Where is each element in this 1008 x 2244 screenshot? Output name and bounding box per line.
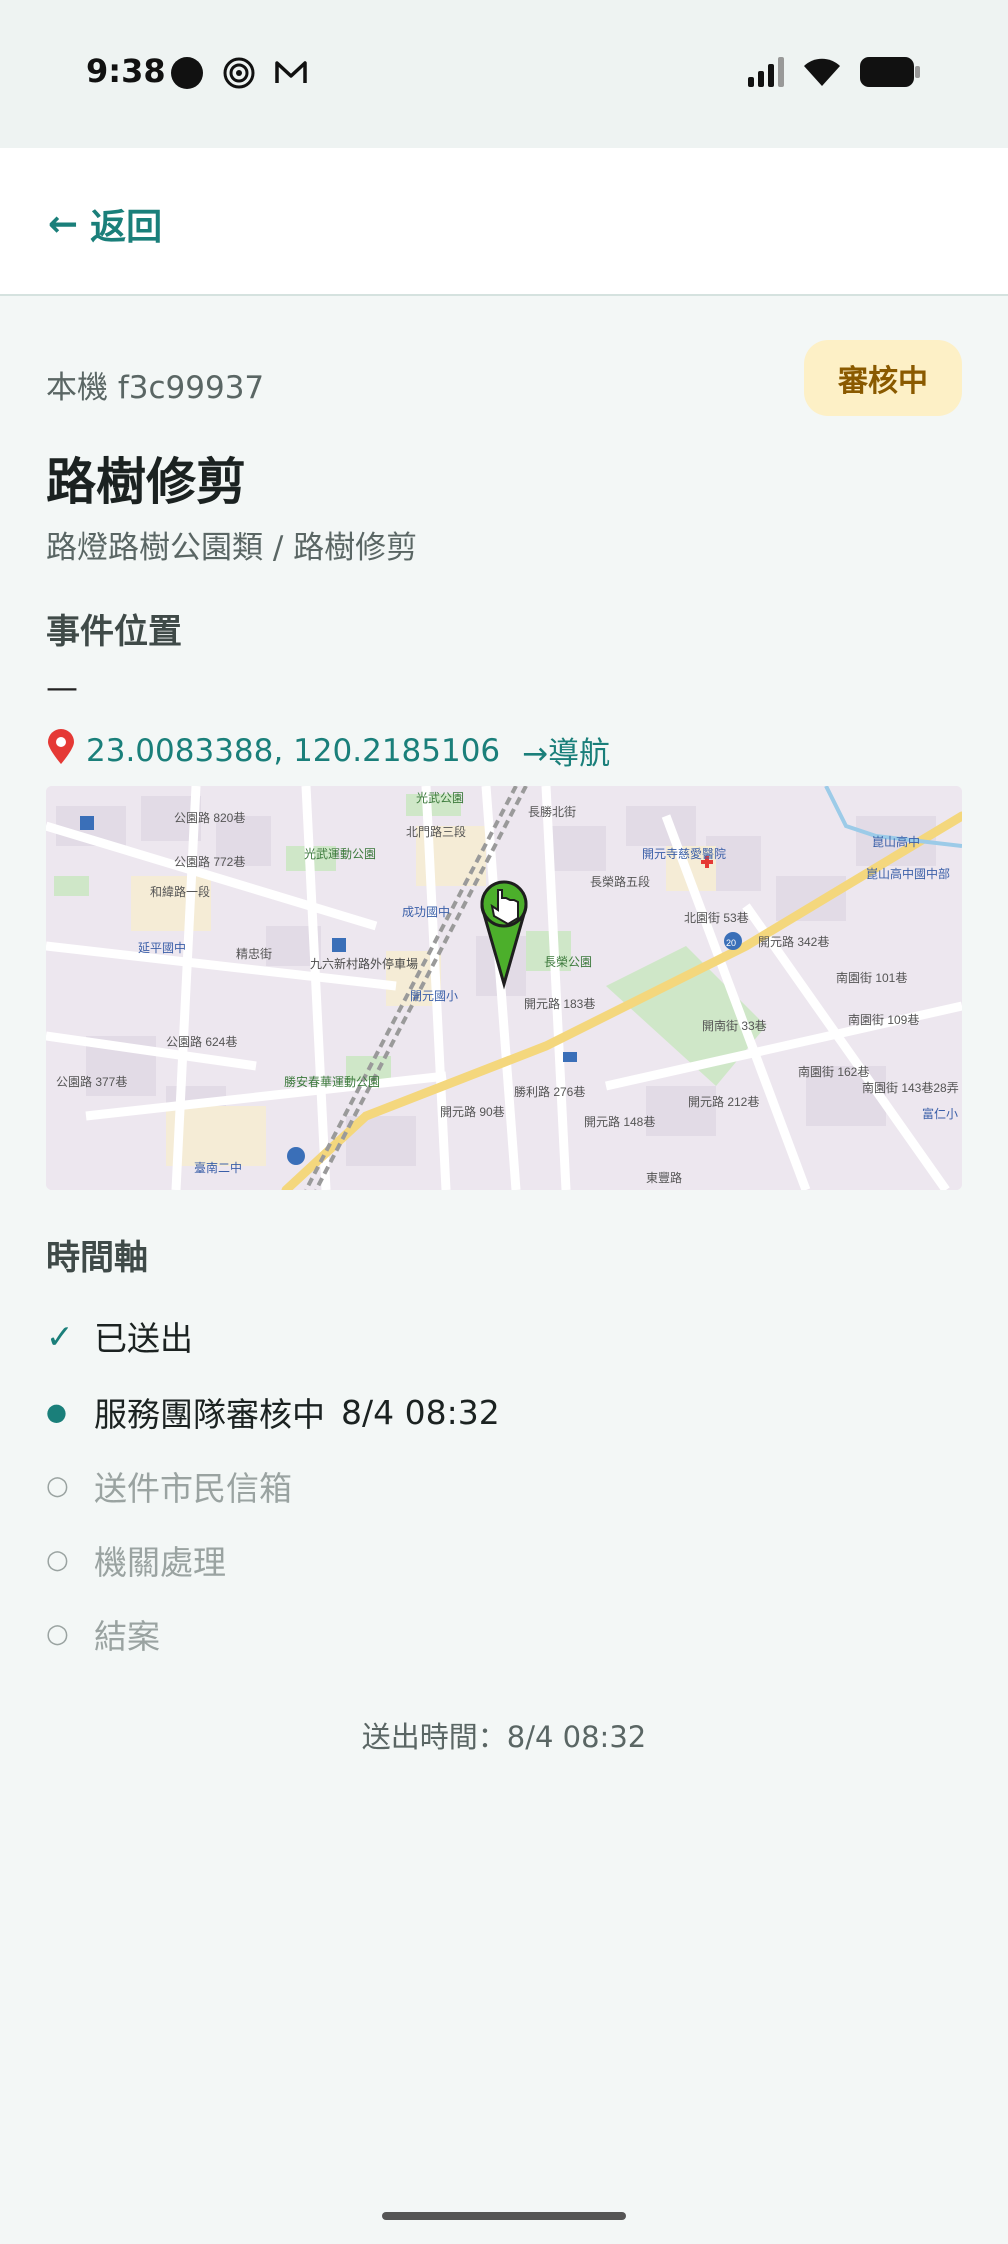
page-title: 路樹修剪	[46, 453, 246, 511]
current-dot-icon: ●	[46, 1398, 67, 1426]
map-label: 公園路 820巷	[174, 810, 245, 825]
map-label: 光武公園	[416, 791, 464, 805]
back-arrow-icon: ←	[48, 203, 79, 245]
map-label: 光武運動公園	[304, 847, 376, 861]
map-label: 南園街 143巷28弄	[862, 1080, 959, 1095]
map-label: 公園路 772巷	[174, 854, 245, 869]
back-button[interactable]: ← 返回	[48, 198, 162, 250]
map-label: 公園路 624巷	[166, 1034, 237, 1049]
location-map[interactable]: 光武公園 光武運動公園 成功國中 延平國中 開元國小 臺南二中 長榮公園 勝安春…	[46, 786, 962, 1190]
home-indicator[interactable]	[382, 2212, 626, 2220]
map-label: 成功國中	[402, 904, 450, 919]
location-address: —	[46, 668, 78, 706]
map-label: 延平國中	[138, 940, 186, 955]
map-label: 開元路 342巷	[758, 934, 829, 949]
spiral-icon	[222, 56, 256, 94]
map-label: 長勝北街	[528, 804, 576, 819]
map-label: 勝利路 276巷	[514, 1084, 585, 1099]
timeline-time: 8/4 08:32	[341, 1392, 500, 1432]
location-section-title: 事件位置	[46, 612, 182, 652]
timeline-label: 已送出	[94, 1319, 193, 1358]
battery-icon	[860, 57, 920, 91]
map-label: 九六新村路外停車場	[310, 956, 418, 971]
map-label: 和緯路一段	[150, 884, 210, 899]
record-dot-icon	[170, 56, 204, 94]
timeline-label: 結案	[94, 1617, 160, 1656]
map-label: 公園路 377巷	[56, 1074, 127, 1089]
timeline-label: 服務團隊審核中	[94, 1395, 325, 1434]
map-label: 開元路 183巷	[524, 996, 595, 1011]
coordinates-text: 23.0083388, 120.2185106	[86, 732, 501, 769]
map-label: 臺南二中	[194, 1160, 242, 1175]
signal-icon	[746, 57, 784, 91]
map-label: 南園街 162巷	[798, 1064, 869, 1079]
timeline-item-submitted: ✓ 已送出	[46, 1312, 193, 1360]
map-label: 崑山高中	[872, 834, 920, 849]
timeline-label: 機關處理	[94, 1543, 226, 1582]
status-system-icons	[746, 56, 920, 92]
map-label: 開元路 212巷	[688, 1094, 759, 1109]
status-bar: 9:38	[0, 0, 1008, 148]
navigate-link[interactable]: →導航	[522, 728, 610, 773]
map-label: 勝安春華運動公園	[284, 1074, 380, 1089]
map-label: 20	[726, 938, 736, 948]
map-canvas: 光武公園 光武運動公園 成功國中 延平國中 開元國小 臺南二中 長榮公園 勝安春…	[46, 786, 962, 1190]
pending-circle-icon: ○	[46, 1471, 69, 1501]
pending-circle-icon: ○	[46, 1545, 69, 1575]
timeline-item-mailbox: ○ 送件市民信箱	[46, 1462, 292, 1510]
map-label: 富仁小	[922, 1106, 958, 1121]
map-label: 東豐路	[646, 1170, 682, 1185]
mail-icon	[274, 56, 308, 94]
check-icon: ✓	[46, 1316, 74, 1356]
submit-time: 送出時間：8/4 08:32	[361, 1720, 647, 1754]
map-label: 開元國小	[410, 989, 458, 1003]
map-pin-icon	[46, 728, 76, 773]
map-label: 南園街 101巷	[836, 970, 907, 985]
pending-circle-icon: ○	[46, 1619, 69, 1649]
case-category: 路燈路樹公園類 / 路樹修剪	[46, 530, 418, 566]
map-label: 開元路 148巷	[584, 1114, 655, 1129]
app-header: ← 返回	[0, 148, 1008, 296]
back-label: 返回	[90, 207, 163, 248]
map-label: 開南街 33巷	[702, 1018, 767, 1033]
status-time: 9:38	[86, 52, 166, 90]
map-label: 長榮公園	[544, 955, 592, 969]
status-badge: 審核中	[804, 340, 962, 416]
device-id: 本機 f3c99937	[46, 370, 265, 406]
wifi-icon	[802, 56, 842, 92]
timeline-item-closed: ○ 結案	[46, 1610, 160, 1658]
map-label: 開元寺慈愛醫院	[642, 846, 726, 861]
timeline-item-agency: ○ 機關處理	[46, 1536, 226, 1584]
map-label: 崑山高中國中部	[866, 866, 950, 881]
map-label: 北門路三段	[406, 824, 466, 839]
timeline-item-reviewing: ● 服務團隊審核中 8/4 08:32	[46, 1388, 500, 1436]
timeline-section-title: 時間軸	[46, 1238, 148, 1278]
status-notification-icons	[170, 56, 308, 94]
map-label: 南園街 109巷	[848, 1012, 919, 1027]
location-coordinates: 23.0083388, 120.2185106 →導航	[46, 728, 610, 773]
map-label: 北園街 53巷	[684, 911, 749, 925]
map-label: 開元路 90巷	[440, 1104, 505, 1119]
map-label: 長榮路五段	[590, 874, 650, 889]
timeline-label: 送件市民信箱	[94, 1469, 292, 1508]
map-label: 精忠街	[236, 947, 272, 961]
